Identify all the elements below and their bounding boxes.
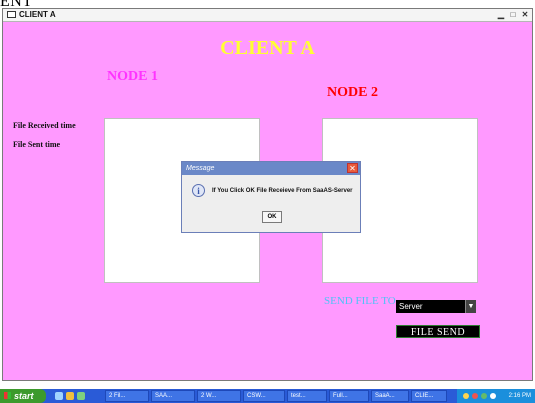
dialog-title: Message [186, 165, 215, 172]
dialog-titlebar[interactable]: Message ✕ [182, 162, 360, 175]
taskbar-item[interactable]: test... [287, 390, 327, 402]
start-button[interactable]: start [0, 389, 46, 403]
taskbar-item[interactable]: CLIE... [411, 390, 447, 402]
tray-icon[interactable] [463, 393, 469, 399]
taskbar: start 2 Fil... SAA... 2 W... CSW... test… [0, 389, 535, 403]
minimize-icon[interactable]: ▁ [496, 10, 506, 19]
send-file-to-label: SEND FILE TO [324, 295, 396, 307]
window-title: CLIENT A [19, 10, 56, 19]
tray-icon[interactable] [490, 393, 496, 399]
app-window-icon [7, 11, 16, 18]
file-sent-time-label: File Sent time [13, 140, 61, 149]
chevron-down-icon[interactable]: ▼ [465, 300, 476, 313]
page-title: CLIENT A [220, 37, 315, 59]
taskbar-item[interactable]: SaaA... [371, 390, 409, 402]
dialog-message: If You Click OK File Receieve From SaaAS… [212, 188, 353, 194]
server-select[interactable]: Server ▼ [396, 300, 476, 313]
ok-button[interactable]: OK [262, 211, 282, 223]
file-received-time-label: File Received time [13, 121, 76, 130]
quicklaunch-app-icon[interactable] [77, 392, 85, 400]
dialog-close-icon[interactable]: ✕ [347, 163, 358, 173]
taskbar-item[interactable]: 2 Fil... [105, 390, 149, 402]
taskbar-item[interactable]: CSW... [243, 390, 285, 402]
quicklaunch-folder-icon[interactable] [66, 392, 74, 400]
window-titlebar[interactable]: CLIENT A ▁ □ ✕ [3, 9, 532, 22]
message-dialog: Message ✕ i If You Click OK File Receiev… [181, 161, 361, 233]
server-select-value: Server [399, 302, 423, 311]
node2-label: NODE 2 [327, 85, 378, 100]
tray-icon[interactable] [472, 393, 478, 399]
file-send-button[interactable]: FILE SEND [396, 325, 480, 338]
taskbar-item[interactable]: SAA... [151, 390, 195, 402]
tray-icon[interactable] [481, 393, 487, 399]
maximize-icon[interactable]: □ [508, 10, 518, 19]
info-icon: i [192, 184, 205, 197]
taskbar-clock: 2:16 PM [508, 393, 531, 399]
taskbar-item[interactable]: Full... [329, 390, 369, 402]
node1-label: NODE 1 [107, 69, 158, 84]
system-tray: 2:16 PM [457, 389, 535, 403]
taskbar-item[interactable]: 2 W... [197, 390, 241, 402]
close-icon[interactable]: ✕ [520, 10, 530, 19]
quicklaunch-ie-icon[interactable] [55, 392, 63, 400]
